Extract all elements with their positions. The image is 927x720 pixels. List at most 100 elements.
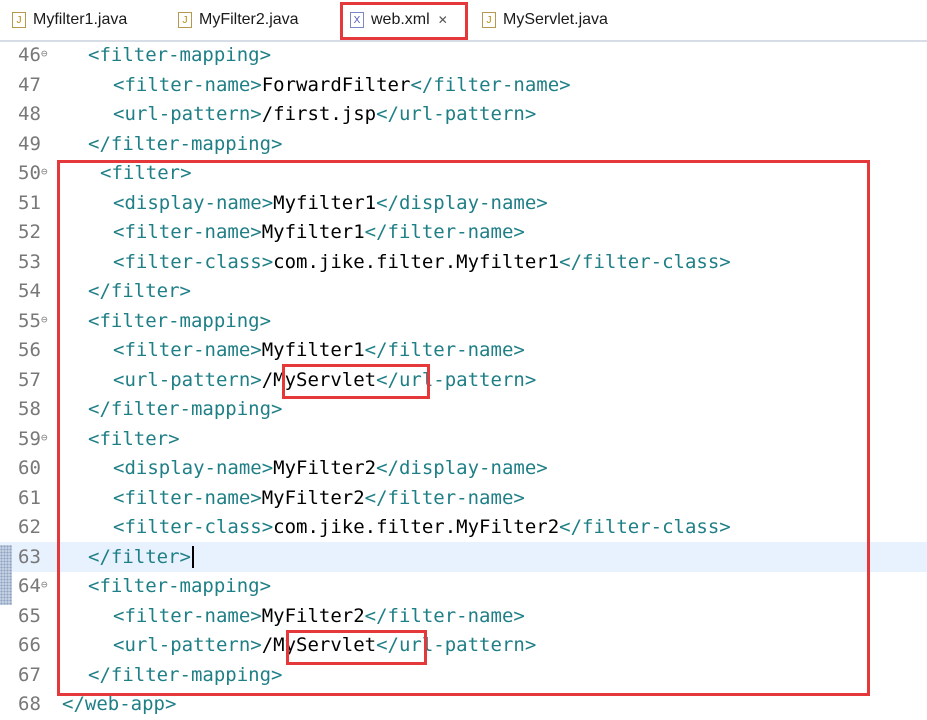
tab-myfilter2-java[interactable]: J MyFilter2.java (178, 6, 299, 34)
xml-tag: </web-app> (62, 693, 177, 715)
code-text: </filter> (88, 542, 194, 572)
java-file-icon: J (12, 12, 26, 28)
xml-tag: </filter-name> (364, 221, 525, 243)
code-line[interactable]: 56 <filter-name>Myfilter1</filter-name> (0, 335, 927, 365)
xml-tag: <url-pattern> (113, 368, 262, 391)
line-number: 59 (18, 427, 41, 450)
code-editor[interactable]: 46 ⊖ <filter-mapping> 47 <filter-name>Forwar… (0, 40, 927, 720)
tab-myfilter1-java[interactable]: J Myfilter1.java (12, 6, 127, 34)
tab-label: web.xml (371, 11, 430, 28)
xml-tag: </filter-name> (364, 339, 525, 361)
code-text: </filter-mapping> (88, 660, 282, 690)
code-line[interactable]: 55 ⊖ <filter-mapping> (0, 306, 927, 336)
line-number: 64 (18, 575, 41, 597)
line-number: 57 (18, 368, 41, 391)
java-file-icon: J (482, 12, 496, 28)
fold-toggle-icon[interactable]: ⊖ (41, 424, 48, 452)
xml-tag: <filter-class> (113, 250, 274, 273)
code-line[interactable]: 59 ⊖ <filter> (0, 424, 927, 454)
code-text: <url-pattern>/first.jsp</url-pattern> (113, 99, 536, 129)
code-text: <filter> (88, 424, 180, 454)
code-line[interactable]: 49 </filter-mapping> (0, 129, 927, 159)
line-number: 52 (18, 221, 41, 243)
fold-toggle-icon[interactable]: ⊖ (41, 571, 48, 599)
xml-text: /MyServlet (261, 368, 377, 391)
code-line[interactable]: 54 </filter> (0, 276, 927, 306)
code-text: <filter-mapping> (88, 306, 271, 336)
line-number: 55 (18, 309, 41, 332)
code-line[interactable]: 58 </filter-mapping> (0, 394, 927, 424)
line-number: 46 (18, 44, 41, 66)
close-icon[interactable]: ✕ (438, 13, 448, 27)
xml-tag: <filter-class> (113, 516, 274, 538)
xml-tag: </filter-mapping> (88, 132, 283, 155)
code-text: <display-name>Myfilter1</display-name> (113, 188, 548, 218)
line-number: 48 (18, 103, 41, 125)
xml-tag: <filter> (88, 427, 180, 450)
code-text: <url-pattern>/MyServlet</url-pattern> (113, 630, 536, 660)
code-line[interactable]: 68 </web-app> (0, 689, 927, 719)
code-text: <filter-mapping> (88, 571, 271, 601)
code-line[interactable]: 53 <filter-class>com.jike.filter.Myfilter… (0, 247, 927, 277)
code-text: </web-app> (62, 689, 176, 719)
fold-toggle-icon[interactable]: ⊖ (41, 158, 48, 186)
tab-label: MyServlet.java (503, 11, 608, 28)
code-line[interactable]: 46 ⊖ <filter-mapping> (0, 40, 927, 70)
code-text: </filter-mapping> (88, 394, 282, 424)
code-line[interactable]: 47 <filter-name>ForwardFilter</filter-nam… (0, 70, 927, 100)
line-number: 53 (18, 250, 41, 273)
tab-web-xml[interactable]: X web.xml ✕ (350, 6, 448, 34)
xml-tag: </filter-mapping> (88, 663, 283, 686)
code-line[interactable]: 64 ⊖ <filter-mapping> (0, 571, 927, 601)
fold-toggle-icon[interactable]: ⊖ (41, 306, 48, 334)
code-line[interactable]: 50 ⊖ <filter> (0, 158, 927, 188)
code-line[interactable]: 48 <url-pattern>/first.jsp</url-pattern> (0, 99, 927, 129)
code-text: </filter> (88, 276, 191, 306)
xml-tag: </filter-name> (364, 604, 525, 627)
code-text: <filter-name>ForwardFilter</filter-name> (113, 70, 571, 100)
xml-tag: <filter-name> (113, 486, 262, 509)
line-number: 58 (18, 398, 41, 420)
xml-tag: </url-pattern> (376, 368, 537, 391)
xml-tag: </display-name> (376, 191, 548, 214)
xml-text: MyFilter2 (273, 457, 377, 479)
code-text: <filter-name>MyFilter2</filter-name> (113, 483, 525, 513)
xml-tag: <filter-name> (113, 73, 262, 96)
xml-tag: </filter> (88, 545, 191, 568)
xml-tag: </filter-class> (559, 516, 731, 538)
tab-myservlet-java[interactable]: J MyServlet.java (482, 6, 608, 34)
code-line[interactable]: 65 <filter-name>MyFilter2</filter-name> (0, 601, 927, 631)
fold-toggle-icon[interactable]: ⊖ (41, 40, 48, 68)
code-text: </filter-mapping> (88, 129, 282, 159)
code-text: <filter-name>MyFilter2</filter-name> (113, 601, 525, 631)
code-line[interactable]: 51 <display-name>Myfilter1</display-name> (0, 188, 927, 218)
line-number: 60 (18, 457, 41, 479)
code-line[interactable]: 63 </filter> (0, 541, 927, 572)
code-text: <filter-name>Myfilter1</filter-name> (113, 335, 525, 365)
code-line[interactable]: 60 <display-name>MyFilter2</display-name> (0, 453, 927, 483)
xml-tag: <filter-name> (113, 604, 262, 627)
xml-tag: </filter> (88, 280, 191, 302)
xml-text: /MyServlet (261, 634, 377, 656)
line-number: 66 (18, 634, 41, 656)
code-line[interactable]: 62 <filter-class>com.jike.filter.MyFilter… (0, 512, 927, 542)
code-line[interactable]: 57 <url-pattern>/MyServlet</url-pattern> (0, 365, 927, 395)
xml-text: /first.jsp (261, 103, 377, 125)
code-line[interactable]: 61 <filter-name>MyFilter2</filter-name> (0, 483, 927, 513)
code-line[interactable]: 66 <url-pattern>/MyServlet</url-pattern> (0, 630, 927, 660)
code-text: <filter> (100, 158, 192, 188)
overview-ruler-marker (0, 545, 12, 605)
xml-file-icon: X (350, 12, 364, 28)
xml-tag: </url-pattern> (376, 634, 537, 656)
line-number: 56 (18, 339, 41, 361)
line-number: 67 (18, 663, 41, 686)
code-text: <display-name>MyFilter2</display-name> (113, 453, 548, 483)
code-line[interactable]: 67 </filter-mapping> (0, 660, 927, 690)
tab-label: Myfilter1.java (33, 11, 128, 28)
xml-text: com.jike.filter.Myfilter1 (273, 250, 560, 273)
xml-text: Myfilter1 (261, 339, 365, 361)
line-number: 62 (18, 516, 41, 538)
xml-tag: <filter-mapping> (88, 309, 272, 332)
code-text: <filter-mapping> (88, 40, 271, 70)
code-line[interactable]: 52 <filter-name>Myfilter1</filter-name> (0, 217, 927, 247)
